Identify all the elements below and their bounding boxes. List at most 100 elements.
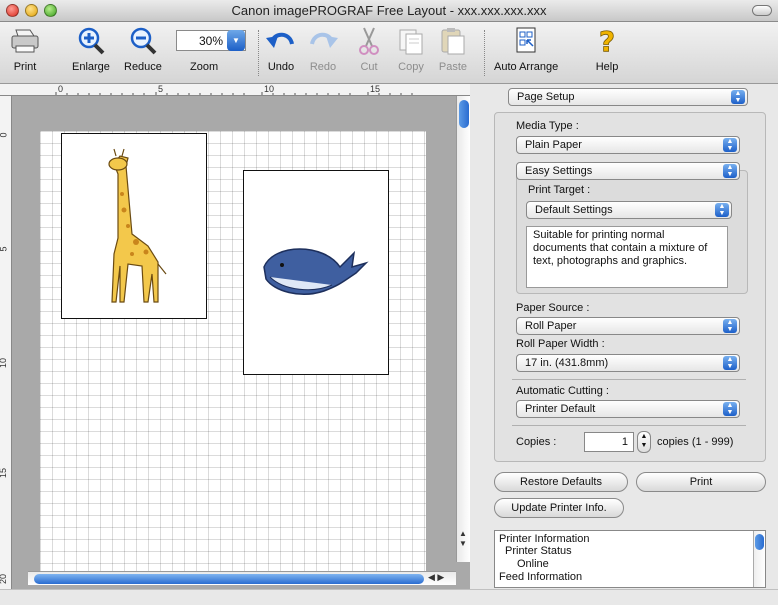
paper-source-select[interactable]: Roll Paper ▲ ▼ <box>516 317 740 335</box>
copies-input[interactable]: 1 <box>584 432 634 452</box>
copy-label: Copy <box>398 61 424 73</box>
window-title: Canon imagePROGRAF Free Layout - xxx.xxx… <box>231 3 547 18</box>
print-target-select[interactable]: Default Settings ▲ ▼ <box>526 201 732 219</box>
ruler-v-label: 10 <box>0 357 9 369</box>
roll-width-select[interactable]: 17 in. (431.8mm) ▲ ▼ <box>516 354 740 372</box>
chevron-updown-icon: ▲ ▼ <box>723 356 737 370</box>
roll-width-value: 17 in. (431.8mm) <box>525 357 609 369</box>
settings-mode-select[interactable]: Easy Settings ▲ ▼ <box>516 162 740 180</box>
redo-label: Redo <box>309 61 337 73</box>
printer-information-list[interactable]: Printer Information Printer Status Onlin… <box>494 530 766 588</box>
ruler-h-label: 5 <box>158 84 164 94</box>
roll-width-label: Roll Paper Width : <box>516 338 605 350</box>
zoom-label-wrap: Zoom <box>190 61 218 73</box>
copies-range: copies (1 - 999) <box>657 436 734 448</box>
toolbar: Print Enlarge Reduce 30% ▼ Zoom Undo Red… <box>0 22 778 84</box>
cut-button[interactable]: Cut <box>352 26 386 73</box>
giraffe-image <box>108 148 167 303</box>
auto-cut-value: Printer Default <box>525 403 596 415</box>
page-whale[interactable] <box>243 170 389 375</box>
chevron-updown-icon: ▲ ▼ <box>731 90 745 104</box>
toolbar-separator <box>258 30 259 76</box>
ruler-h-label: 10 <box>264 84 275 94</box>
list-item: Online <box>517 558 549 570</box>
undo-button[interactable]: Undo <box>264 26 298 73</box>
print-target-description: Suitable for printing normal documents t… <box>526 226 728 288</box>
ruler-v-label: 5 <box>0 246 9 251</box>
ruler-ticks <box>55 92 413 95</box>
divider <box>512 379 746 380</box>
media-type-value: Plain Paper <box>525 139 582 151</box>
vertical-scroll-thumb[interactable] <box>459 100 469 128</box>
zoom-out-icon <box>130 27 157 55</box>
undo-icon <box>266 32 294 48</box>
media-type-label: Media Type : <box>516 120 579 132</box>
info-scrollbar[interactable] <box>753 531 765 587</box>
roll-paper-area <box>40 131 426 571</box>
vertical-scrollbar[interactable] <box>456 96 470 562</box>
paper-source-value: Roll Paper <box>525 320 577 332</box>
chevron-updown-icon: ▲ ▼ <box>723 402 737 416</box>
print-button[interactable]: Print <box>636 472 766 492</box>
page-giraffe[interactable] <box>61 133 207 319</box>
layout-canvas[interactable]: 0 5 10 15 0 5 10 15 20 <box>0 84 470 589</box>
help-label: Help <box>595 61 619 73</box>
print-target-label: Print Target : <box>528 184 591 196</box>
ruler-v-label: 15 <box>0 467 9 479</box>
svg-text:?: ? <box>599 26 615 56</box>
copies-label: Copies : <box>516 436 557 448</box>
horizontal-ruler: 0 5 10 15 <box>0 84 470 96</box>
printer-icon <box>11 29 39 53</box>
zoom-label: Zoom <box>190 61 219 73</box>
auto-arrange-button[interactable]: Auto Arrange <box>494 26 558 73</box>
reduce-button[interactable]: Reduce <box>124 26 162 73</box>
cut-label: Cut <box>360 61 378 73</box>
horizontal-scrollbar[interactable] <box>28 571 456 585</box>
enlarge-button[interactable]: Enlarge <box>72 26 110 73</box>
print-toolbar-button[interactable]: Print <box>8 26 42 73</box>
info-scroll-thumb[interactable] <box>755 534 764 550</box>
chevron-down-icon[interactable]: ▼ <box>227 30 245 51</box>
scissors-icon <box>359 27 379 55</box>
settings-mode-value: Easy Settings <box>525 165 593 177</box>
whale-image <box>263 248 369 295</box>
undo-label: Undo <box>267 61 295 73</box>
vertical-ruler: 0 5 10 15 20 <box>0 96 12 589</box>
toolbar-toggle-button[interactable] <box>752 5 772 16</box>
restore-defaults-button[interactable]: Restore Defaults <box>494 472 628 492</box>
list-item: Printer Information <box>499 533 590 545</box>
ruler-v-label: 0 <box>0 132 9 137</box>
media-type-select[interactable]: Plain Paper ▲ ▼ <box>516 136 740 154</box>
list-item: Printer Status <box>505 545 572 557</box>
paper-source-label: Paper Source : <box>516 302 590 314</box>
paste-button[interactable]: Paste <box>436 26 470 73</box>
horizontal-scroll-thumb[interactable] <box>34 574 424 584</box>
redo-icon <box>310 32 338 48</box>
help-icon: ? <box>598 26 615 56</box>
zoom-value: 30% <box>198 34 223 48</box>
list-item: Feed Information <box>499 571 583 583</box>
reduce-label: Reduce <box>124 61 162 73</box>
section-select[interactable]: Page Setup ▲ ▼ <box>508 88 748 106</box>
auto-cut-label: Automatic Cutting : <box>516 385 609 397</box>
redo-button[interactable]: Redo <box>306 26 340 73</box>
print-toolbar-label: Print <box>13 61 37 73</box>
paste-icon <box>441 28 465 55</box>
help-button[interactable]: ? Help <box>590 26 624 73</box>
horizontal-scroll-arrows[interactable]: ◀ ▶ <box>428 572 444 583</box>
ruler-h-label: 0 <box>58 84 64 94</box>
copy-icon <box>399 29 423 55</box>
toolbar-separator <box>484 30 485 76</box>
vertical-scroll-arrows[interactable]: ▲ ▼ <box>456 529 470 563</box>
update-printer-info-button[interactable]: Update Printer Info. <box>494 498 624 518</box>
auto-cut-select[interactable]: Printer Default ▲ ▼ <box>516 400 740 418</box>
chevron-updown-icon: ▲ ▼ <box>723 319 737 333</box>
copies-stepper[interactable]: ▲ ▼ <box>637 431 651 453</box>
zoom-select[interactable]: 30% ▼ <box>176 30 246 51</box>
enlarge-label: Enlarge <box>72 61 110 73</box>
copy-button[interactable]: Copy <box>394 26 428 73</box>
chevron-updown-icon: ▲ ▼ <box>715 203 729 217</box>
ruler-h-label: 15 <box>370 84 381 94</box>
title-bar: Canon imagePROGRAF Free Layout - xxx.xxx… <box>0 0 778 22</box>
zoom-in-icon <box>78 27 105 55</box>
